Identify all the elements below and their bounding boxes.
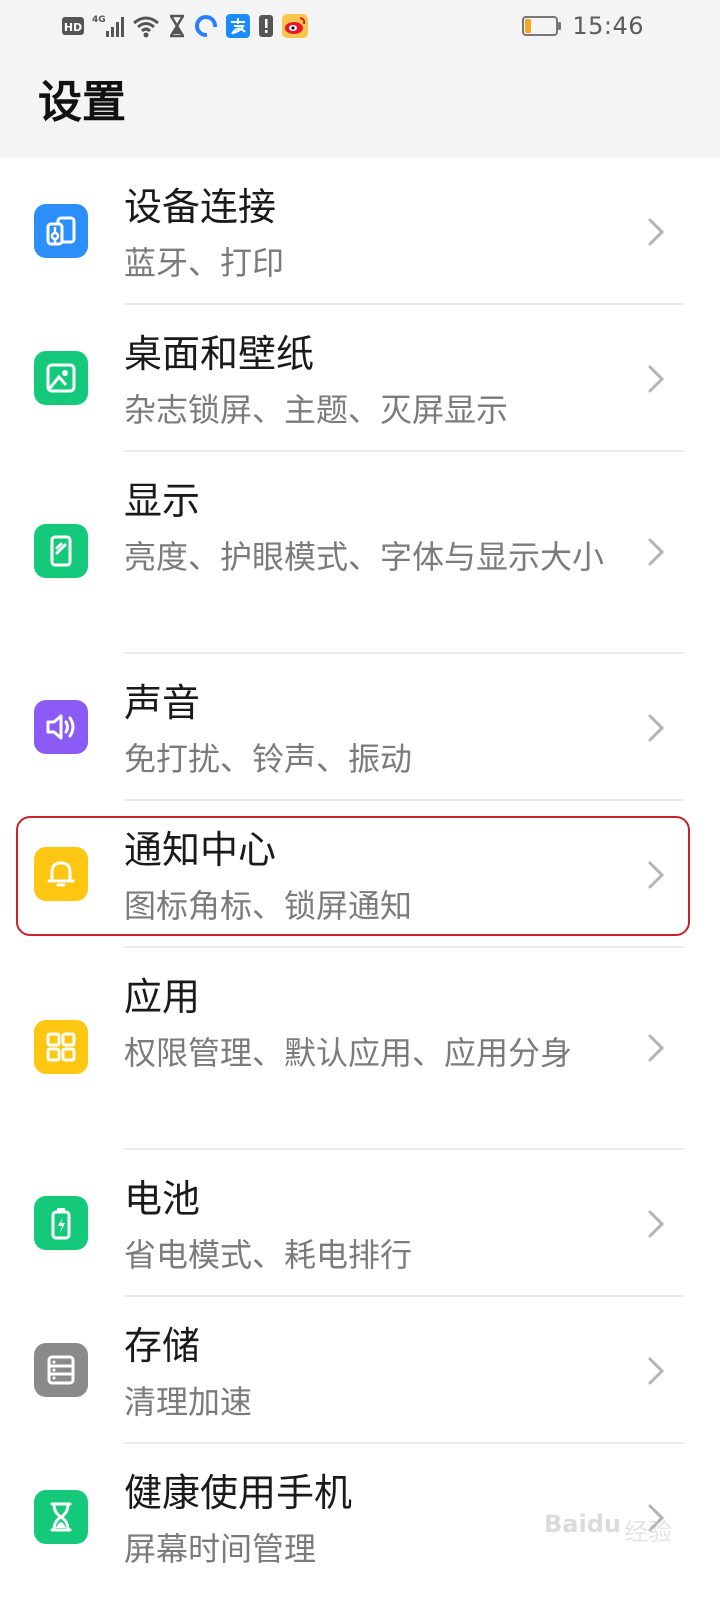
battery-icon	[34, 1196, 88, 1250]
settings-screen: HD 4G 15:46 设置 设备连接 蓝牙、打印 桌面和壁纸 杂志锁屏、主题、…	[0, 0, 720, 1600]
chevron-right-icon	[648, 1504, 665, 1532]
signal-4g-icon: 4G	[92, 15, 124, 37]
status-icons-right: 15:46	[522, 10, 644, 42]
chevron-right-icon	[648, 1357, 665, 1385]
chevron-right-icon	[648, 365, 665, 393]
weibo-icon	[282, 14, 308, 38]
setting-item-subtitle: 省电模式、耗电排行	[124, 1236, 413, 1274]
app-notification-icon	[195, 15, 217, 37]
setting-item-subtitle: 清理加速	[124, 1383, 253, 1421]
setting-item-title: 通知中心	[124, 828, 277, 872]
page-title: 设置	[38, 77, 126, 128]
setting-item-title: 声音	[124, 681, 201, 725]
battery-level-fill	[525, 19, 532, 33]
wifi-icon	[133, 16, 159, 38]
setting-item-title: 应用	[124, 975, 201, 1019]
setting-item-battery[interactable]: 电池 省电模式、耗电排行	[0, 1150, 720, 1297]
app-header: 设置	[0, 52, 720, 158]
settings-list: 设备连接 蓝牙、打印 桌面和壁纸 杂志锁屏、主题、灭屏显示 显示 亮度、护眼模式…	[0, 158, 720, 1600]
setting-item-title: 电池	[124, 1177, 201, 1221]
setting-item-title: 设备连接	[124, 185, 277, 229]
setting-item-storage[interactable]: 存储 清理加速	[0, 1297, 720, 1444]
wallpaper-icon	[34, 351, 88, 405]
apps-icon	[34, 1020, 88, 1074]
setting-item-display[interactable]: 显示 亮度、护眼模式、字体与显示大小	[0, 452, 720, 654]
chevron-right-icon	[648, 538, 665, 566]
setting-item-desktop-wallpaper[interactable]: 桌面和壁纸 杂志锁屏、主题、灭屏显示	[0, 305, 720, 452]
chevron-right-icon	[648, 218, 665, 246]
hd-icon: HD	[62, 17, 84, 35]
setting-item-device-connection[interactable]: 设备连接 蓝牙、打印	[0, 158, 720, 305]
setting-item-title: 桌面和壁纸	[124, 332, 315, 376]
chevron-right-icon	[648, 714, 665, 742]
setting-item-subtitle: 杂志锁屏、主题、灭屏显示	[124, 391, 509, 429]
battery-status-icon	[522, 16, 562, 36]
alipay-icon	[226, 14, 250, 38]
device-connect-icon	[34, 204, 88, 258]
bell-icon	[34, 847, 88, 901]
setting-item-title: 健康使用手机	[124, 1471, 353, 1515]
setting-item-subtitle: 屏幕时间管理	[124, 1530, 317, 1568]
chevron-right-icon	[648, 861, 665, 889]
display-icon	[34, 524, 88, 578]
setting-item-subtitle: 权限管理、默认应用、应用分身	[124, 1034, 573, 1072]
network-generation-label: 4G	[92, 15, 106, 25]
setting-item-sound[interactable]: 声音 免打扰、铃声、振动	[0, 654, 720, 801]
setting-item-apps[interactable]: 应用 权限管理、默认应用、应用分身	[0, 948, 720, 1150]
status-bar: HD 4G 15:46	[0, 0, 720, 52]
setting-item-subtitle: 亮度、护眼模式、字体与显示大小	[124, 538, 605, 576]
setting-item-subtitle: 图标角标、锁屏通知	[124, 887, 413, 925]
setting-item-notification-center[interactable]: 通知中心 图标角标、锁屏通知	[0, 801, 720, 948]
hourglass-icon	[34, 1490, 88, 1544]
hourglass-status-icon	[169, 14, 185, 38]
chevron-right-icon	[648, 1210, 665, 1238]
chevron-right-icon	[648, 1034, 665, 1062]
storage-icon	[34, 1343, 88, 1397]
setting-item-title: 显示	[124, 479, 201, 523]
status-icons-left: HD 4G	[62, 12, 308, 40]
setting-item-subtitle: 免打扰、铃声、振动	[124, 740, 413, 778]
hd-label: HD	[64, 21, 82, 34]
sound-icon	[34, 700, 88, 754]
setting-item-title: 存储	[124, 1324, 201, 1368]
setting-item-subtitle: 蓝牙、打印	[124, 244, 285, 282]
alert-icon	[259, 15, 273, 37]
setting-item-digital-balance[interactable]: 健康使用手机 屏幕时间管理	[0, 1444, 720, 1600]
status-time: 15:46	[572, 12, 644, 40]
